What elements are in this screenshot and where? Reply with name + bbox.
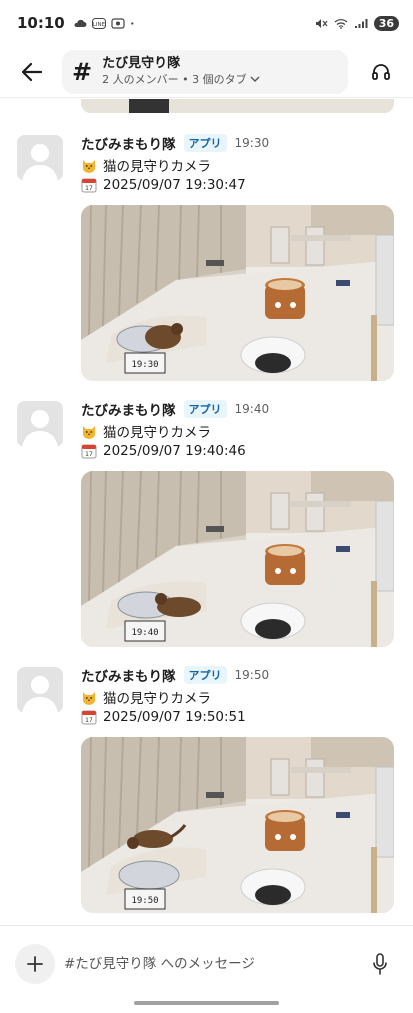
cat-face-icon [83, 426, 95, 439]
cloud-icon [74, 19, 87, 27]
svg-text:17: 17 [85, 185, 93, 192]
camera-photo: 19:40 [81, 471, 394, 647]
line-icon: LINE [91, 17, 106, 29]
sender-name[interactable]: たびみまもり隊 [81, 665, 176, 685]
previous-camera-image[interactable] [81, 99, 394, 113]
cat-face-icon [83, 692, 95, 705]
message-line-title: 猫の見守りカメラ [81, 421, 211, 441]
add-attachment-button[interactable] [15, 944, 55, 984]
message-line-title: 猫の見守りカメラ [81, 155, 211, 175]
message-line-timestamp: 17 2025/09/07 19:50:51 [81, 709, 246, 725]
sender-name[interactable]: たびみまもり隊 [81, 133, 176, 153]
status-time: 10:10 [17, 14, 65, 32]
mute-icon [315, 18, 328, 28]
message-line-timestamp: 17 2025/09/07 19:40:46 [81, 443, 246, 459]
calendar-icon: 17 [81, 178, 97, 193]
camera-image[interactable]: 19:30 [81, 205, 394, 381]
message-item[interactable]: たびみまもり隊 アプリ 19:30 猫の見守りカメラ 17 2025/09/07… [0, 131, 413, 391]
default-avatar-icon [22, 144, 58, 181]
message-composer [0, 925, 413, 1013]
default-avatar-icon [22, 410, 58, 447]
svg-text:LINE: LINE [93, 22, 106, 28]
camera-photo: 19:50 [81, 737, 394, 913]
app-badge: アプリ [183, 400, 227, 418]
signal-icon [354, 18, 368, 28]
home-indicator[interactable] [134, 1001, 279, 1005]
avatar[interactable] [17, 401, 63, 447]
message-item[interactable]: たびみまもり隊 アプリ 19:50 猫の見守りカメラ 17 2025/09/07… [0, 663, 413, 923]
message-list[interactable]: たびみまもり隊 アプリ 19:30 猫の見守りカメラ 17 2025/09/07… [0, 99, 413, 925]
channel-subtitle: 2 人のメンバー • 3 個のタブ [102, 72, 260, 87]
default-avatar-icon [22, 676, 58, 713]
channel-info-button[interactable]: # たび見守り隊 2 人のメンバー • 3 個のタブ [62, 49, 348, 94]
cat-face-icon [83, 160, 95, 173]
voice-record-button[interactable] [368, 952, 392, 976]
hash-icon: # [72, 57, 93, 86]
camera-image[interactable]: 19:50 [81, 737, 394, 913]
message-time: 19:30 [234, 136, 270, 150]
camera-image[interactable]: 19:40 [81, 471, 394, 647]
channel-name: たび見守り隊 [102, 56, 181, 71]
app-badge: アプリ [183, 134, 227, 152]
battery-icon: 36 [373, 15, 399, 31]
arrow-left-icon [22, 62, 42, 81]
svg-text:17: 17 [85, 717, 93, 724]
sender-name[interactable]: たびみまもり隊 [81, 399, 176, 419]
message-time: 19:50 [234, 668, 270, 682]
message-line-timestamp: 17 2025/09/07 19:30:47 [81, 177, 246, 193]
microphone-icon [373, 953, 387, 975]
headphones-icon [372, 63, 390, 80]
back-button[interactable] [8, 48, 56, 96]
message-time: 19:40 [234, 402, 270, 416]
huddle-button[interactable] [367, 58, 395, 86]
svg-text:17: 17 [85, 451, 93, 458]
message-item[interactable]: たびみまもり隊 アプリ 19:40 猫の見守りカメラ 17 2025/09/07… [0, 397, 413, 657]
avatar[interactable] [17, 135, 63, 181]
calendar-icon: 17 [81, 444, 97, 459]
plus-icon [27, 956, 43, 972]
calendar-icon: 17 [81, 710, 97, 725]
channel-header: # たび見守り隊 2 人のメンバー • 3 個のタブ [0, 46, 413, 98]
camera-photo: 19:30 [81, 205, 394, 381]
svg-text:19:30: 19:30 [131, 360, 158, 370]
svg-text:19:40: 19:40 [131, 628, 158, 638]
dot-icon [130, 21, 134, 25]
message-line-title: 猫の見守りカメラ [81, 687, 211, 707]
app-badge: アプリ [183, 666, 227, 684]
wifi-icon [334, 18, 348, 29]
avatar[interactable] [17, 667, 63, 713]
message-input[interactable] [64, 950, 354, 978]
screen-record-icon [111, 17, 125, 29]
chevron-down-icon [250, 76, 260, 82]
svg-text:19:50: 19:50 [131, 896, 158, 906]
status-bar: 10:10 LINE 36 [0, 0, 413, 46]
